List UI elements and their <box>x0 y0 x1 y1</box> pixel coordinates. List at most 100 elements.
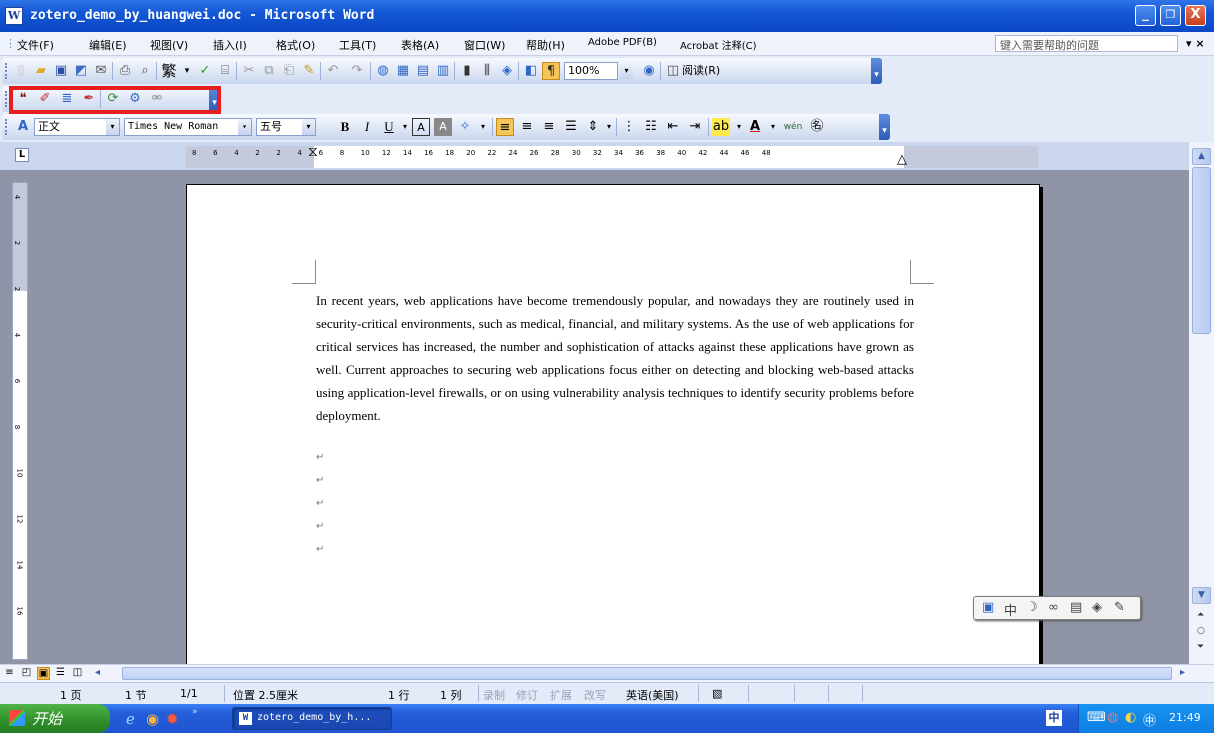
first-line-indent-icon[interactable]: ⧖ <box>308 145 318 159</box>
style-select[interactable]: 正文 ▾ <box>34 118 120 136</box>
hyperlink-icon[interactable]: ◍ <box>374 62 392 80</box>
scroll-left-icon[interactable]: ◂ <box>91 667 104 680</box>
status-extend[interactable]: 扩展 <box>550 687 572 703</box>
redo-icon[interactable]: ↷ <box>348 62 366 80</box>
toolbar-grip[interactable] <box>5 63 8 79</box>
ime-settings-icon[interactable]: ✎ <box>1114 600 1125 615</box>
previous-page-icon[interactable]: ⏶ <box>1197 610 1204 620</box>
help-icon[interactable]: ◉ <box>640 62 658 80</box>
scroll-right-icon[interactable]: ▸ <box>1176 667 1189 680</box>
document-paragraph[interactable]: In recent years, web applications have b… <box>316 289 914 427</box>
horizontal-scrollbar[interactable]: ≡ ◰ ▣ ☰ ◫ ◂ ▸ <box>0 664 1214 682</box>
font-size-dropdown-icon[interactable]: ▾ <box>302 119 315 135</box>
status-record[interactable]: 录制 <box>483 687 505 703</box>
outline-view-icon[interactable]: ☰ <box>54 667 67 680</box>
zoom-dropdown-icon[interactable]: ▾ <box>620 63 633 79</box>
menu-table[interactable]: 表格(A) <box>401 37 439 53</box>
enclose-characters-icon[interactable]: ㊔ <box>808 118 826 136</box>
taskbar-word-task[interactable]: W zotero_demo_by_h... <box>232 707 392 730</box>
style-dropdown-icon[interactable]: ▾ <box>106 119 119 135</box>
spelling-status-icon[interactable]: ▧ <box>712 687 722 700</box>
ie-icon[interactable]: ℯ <box>126 710 135 728</box>
toolbar-grip[interactable] <box>5 119 8 135</box>
ime-punctuation-icon[interactable]: ∞ <box>1048 600 1059 615</box>
language-bar-icon[interactable]: 中 <box>1046 710 1062 726</box>
vertical-scrollbar[interactable]: ▲ ▼ ⏶ ○ ⏷ <box>1189 142 1214 668</box>
ime-toolbar[interactable]: ▣ 中 ☽ ∞ ▤ ◈ ✎ <box>973 596 1141 620</box>
paragraph-mark-icon[interactable]: ¶ <box>542 62 560 80</box>
vertical-ruler[interactable]: 4 2 2 4 6 8 10 12 14 16 <box>12 182 28 660</box>
start-button[interactable]: 开始 <box>0 704 110 733</box>
zoom-select[interactable]: 100% ▾ <box>564 62 633 80</box>
status-overtype[interactable]: 改写 <box>584 687 606 703</box>
phonetic-guide-button[interactable]: wén <box>780 118 806 136</box>
insert-table-icon[interactable]: ▤ <box>414 62 432 80</box>
menu-acrobat-comments[interactable]: Acrobat 注释(C) <box>680 37 757 52</box>
document-page[interactable]: In recent years, web applications have b… <box>186 184 1040 664</box>
toolbar-grip[interactable] <box>5 91 8 107</box>
email-icon[interactable]: ✉ <box>92 62 110 80</box>
read-button[interactable]: 阅读(R) <box>682 62 730 80</box>
align-center-icon[interactable]: ≡ <box>518 118 536 136</box>
highlight-icon[interactable]: ab <box>712 118 730 136</box>
ime-keyboard-icon[interactable]: ▤ <box>1070 600 1082 615</box>
permission-icon[interactable]: ◩ <box>72 62 90 80</box>
toolbar-options-icon[interactable]: ▾ <box>879 114 890 140</box>
print-layout-icon[interactable]: ▣ <box>37 667 50 680</box>
tab-selector-icon[interactable]: L <box>15 148 29 162</box>
print-icon[interactable]: ⎙ <box>116 62 134 80</box>
format-painter-icon[interactable]: ✎ <box>300 62 318 80</box>
character-border-icon[interactable]: A <box>412 118 430 136</box>
undo-icon[interactable]: ↶ <box>324 62 342 80</box>
show-hide-icon[interactable]: ◧ <box>522 62 540 80</box>
minimize-button[interactable]: _ <box>1135 5 1156 26</box>
print-preview-icon[interactable]: ⌕ <box>136 62 154 80</box>
justify-icon[interactable]: ≡ <box>496 118 514 136</box>
open-folder-icon[interactable]: ▰ <box>32 62 50 80</box>
horizontal-scroll-thumb[interactable] <box>122 667 1172 680</box>
menu-insert[interactable]: 插入(I) <box>213 37 247 53</box>
help-search-input[interactable]: 键入需要帮助的问题 <box>995 35 1178 52</box>
font-dropdown-icon[interactable]: ▾ <box>238 119 251 135</box>
distribute-icon[interactable]: ☰ <box>562 118 580 136</box>
cut-icon[interactable]: ✂ <box>240 62 258 80</box>
numbering-icon[interactable]: ⋮ <box>620 118 638 136</box>
font-size-select[interactable]: 五号 ▾ <box>256 118 316 136</box>
menu-tools[interactable]: 工具(T) <box>339 37 376 53</box>
status-track-changes[interactable]: 修订 <box>516 687 538 703</box>
quicklaunch-more-icon[interactable]: » <box>192 707 198 717</box>
bold-button[interactable]: B <box>336 118 354 136</box>
research-icon[interactable]: ⌸ <box>216 62 234 80</box>
scroll-down-icon[interactable]: ▼ <box>1192 587 1211 604</box>
read-icon[interactable]: ◫ <box>664 62 682 80</box>
reading-layout-icon[interactable]: ◫ <box>71 667 84 680</box>
traditional-dropdown-icon[interactable]: ▾ <box>178 62 196 80</box>
decrease-indent-icon[interactable]: ⇤ <box>664 118 682 136</box>
document-area[interactable]: In recent years, web applications have b… <box>36 170 1190 664</box>
font-color-icon[interactable]: A <box>746 118 764 136</box>
italic-button[interactable]: I <box>358 118 376 136</box>
word-app-icon[interactable]: W <box>5 7 23 25</box>
ime-logo-icon[interactable]: ▣ <box>982 600 994 615</box>
select-browse-object-icon[interactable]: ○ <box>1197 626 1205 636</box>
security-icon[interactable]: ◍ <box>1107 710 1118 725</box>
ime-tray-icon[interactable]: ㊥ <box>1143 710 1156 729</box>
ime-menu-icon[interactable]: ◈ <box>1092 600 1102 615</box>
web-layout-icon[interactable]: ◰ <box>20 667 33 680</box>
insert-excel-icon[interactable]: ▥ <box>434 62 452 80</box>
traditional-chinese-button[interactable]: 繁 <box>160 62 178 80</box>
menu-view[interactable]: 视图(V) <box>150 37 188 53</box>
menu-help[interactable]: 帮助(H) <box>526 37 565 53</box>
menu-edit[interactable]: 编辑(E) <box>89 37 127 53</box>
styles-formatting-icon[interactable]: A <box>14 118 32 136</box>
scaling-dropdown-icon[interactable]: ▾ <box>474 118 492 136</box>
new-document-icon[interactable]: ▯ <box>12 62 30 80</box>
menu-close-document[interactable]: ▾ × <box>1186 37 1205 50</box>
horizontal-ruler[interactable]: 8 6 4 2 2 4 6 8 10 12 14 16 18 20 22 24 26 28 30 32 34 36 38 40… <box>186 145 1038 168</box>
quicklaunch-app-icon[interactable]: ✹ <box>166 710 179 728</box>
paste-icon[interactable]: ⎗ <box>280 62 298 80</box>
network-icon[interactable]: ⌨ <box>1087 710 1106 725</box>
document-map-icon[interactable]: ◈ <box>498 62 516 80</box>
save-icon[interactable]: ▣ <box>52 62 70 80</box>
font-select[interactable]: Times New Roman ▾ <box>124 118 252 136</box>
